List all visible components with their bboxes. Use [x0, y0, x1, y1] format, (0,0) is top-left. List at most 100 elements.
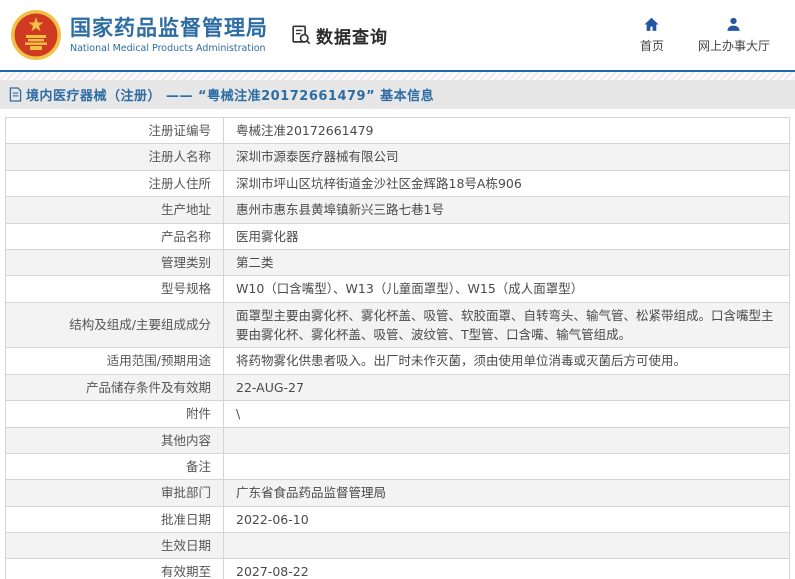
row-value-text: 第二类: [236, 254, 274, 270]
table-row: 型号规格 W10（口含嘴型）、W13（儿童面罩型）、W15（成人面罩型）: [5, 275, 790, 303]
row-label: 有效期至: [5, 558, 224, 579]
row-value: 将药物雾化供患者吸入。出厂时未作灭菌，须由使用单位消毒或灭菌后方可使用。: [223, 347, 790, 375]
row-label: 产品名称: [5, 222, 224, 250]
row-value-text: 深圳市坪山区坑梓街道金沙社区金辉路18号A栋906: [236, 175, 522, 191]
row-label: 备注: [5, 452, 224, 481]
table-row: 适用范围/预期用途 将药物雾化供患者吸入。出厂时未作灭菌，须由使用单位消毒或灭菌后…: [5, 347, 790, 375]
registration-info-table: 注册证编号 粤械注准20172661479 注册人名称 深圳市源泰医疗器械有限公司 注册…: [5, 116, 790, 579]
row-value-text: 粤械注准20172661479: [236, 123, 374, 138]
table-row: 有效期至 2027-08-22: [5, 558, 790, 579]
row-value-text: 将药物雾化供患者吸入。出厂时未作灭菌，须由使用单位消毒或灭菌后方可使用。: [236, 353, 687, 369]
row-value: W10（口含嘴型）、W13（儿童面罩型）、W15（成人面罩型）: [223, 275, 790, 303]
row-value: 面罩型主要由雾化杯、雾化杯盖、吸管、软胶面罩、自转弯头、输气管、松紧带组成。口含…: [223, 301, 790, 349]
row-label-text: 注册证编号: [148, 123, 211, 138]
row-value-text: 22-AUG-27: [236, 379, 304, 395]
table-row: 生效日期: [5, 531, 790, 560]
home-icon: [644, 17, 660, 31]
row-label: 其他内容: [5, 426, 224, 454]
row-label: 注册人名称: [5, 143, 224, 171]
row-value-text: 2027-08-22: [236, 564, 309, 579]
row-value: [223, 531, 790, 560]
row-label-text: 其他内容: [160, 432, 211, 448]
row-label-text: 注册人名称: [148, 149, 211, 165]
row-label-text: 产品名称: [160, 228, 211, 244]
nav-item-home[interactable]: 首页: [640, 16, 664, 54]
table-row: 注册证编号 粤械注准20172661479: [5, 116, 790, 145]
row-label: 管理类别: [5, 248, 224, 277]
row-value: [223, 452, 790, 481]
row-label-text: 产品储存条件及有效期: [85, 379, 211, 395]
user-icon: [727, 17, 741, 31]
row-value: 深圳市坪山区坑梓街道金沙社区金辉路18号A栋906: [223, 169, 790, 198]
row-label-text: 附件: [185, 406, 211, 422]
row-value-text: 医用雾化器: [236, 228, 299, 244]
table-row: 其他内容: [5, 426, 790, 454]
data-query-label: 数据查询: [316, 27, 388, 48]
row-value: 2022-06-10: [223, 505, 790, 534]
row-label: 注册人住所: [5, 169, 224, 198]
row-label-text: 有效期至: [160, 564, 211, 579]
row-value: 2027-08-22: [223, 558, 790, 579]
row-value: 粤械注准20172661479: [223, 116, 790, 145]
row-label: 附件: [5, 400, 224, 428]
table-row: 备注: [5, 452, 790, 481]
org-name-cn: 国家药品监督管理局: [70, 15, 268, 40]
row-label: 型号规格: [5, 275, 224, 303]
org-name-en: National Medical Products Administration: [70, 43, 266, 55]
row-label-text: 结构及组成/主要组成成分: [69, 317, 211, 333]
table-row: 审批部门 广东省食品药品监督管理局: [5, 479, 790, 507]
table-row: 注册人住所 深圳市坪山区坑梓街道金沙社区金辉路18号A栋906: [5, 169, 790, 198]
row-value-text: \: [236, 406, 241, 422]
table-row: 产品储存条件及有效期 22-AUG-27: [5, 373, 790, 402]
row-value-text: 广东省食品药品监督管理局: [236, 485, 387, 501]
row-value-text: 2022-06-10: [236, 511, 309, 527]
table-row: 注册人名称 深圳市源泰医疗器械有限公司: [5, 143, 790, 171]
row-value: 惠州市惠东县黄埠镇新兴三路七巷1号: [223, 196, 790, 224]
table-row: 生产地址 惠州市惠东县黄埠镇新兴三路七巷1号: [5, 196, 790, 224]
row-value: \: [223, 400, 790, 428]
page-title-bar: 境内医疗器械（注册） —— “粤械注准20172661479” 基本信息: [0, 80, 795, 109]
logo-group: 国家药品监督管理局 National Medical Products Admi…: [10, 9, 268, 61]
table-row: 产品名称 医用雾化器: [5, 222, 790, 250]
top-nav: 首页 网上办事大厅: [640, 16, 770, 54]
page-title: 境内医疗器械（注册） —— “粤械注准20172661479” 基本信息: [26, 89, 435, 104]
row-label-text: 型号规格: [160, 281, 211, 297]
row-label: 结构及组成/主要组成成分: [5, 301, 224, 349]
table-row: 批准日期 2022-06-10: [5, 505, 790, 534]
row-label: 适用范围/预期用途: [5, 347, 224, 375]
national-emblem-icon: [11, 10, 61, 60]
hatch-band: [0, 72, 795, 80]
row-label: 注册证编号: [5, 116, 224, 145]
table-wrap: 注册证编号 粤械注准20172661479 注册人名称 深圳市源泰医疗器械有限公司 注册…: [0, 109, 795, 579]
table-row: 结构及组成/主要组成成分 面罩型主要由雾化杯、雾化杯盖、吸管、软胶面罩、自转弯头、…: [5, 301, 790, 349]
row-value: 广东省食品药品监督管理局: [223, 479, 790, 507]
row-label-text: 批准日期: [160, 511, 211, 527]
row-value-text: 惠州市惠东县黄埠镇新兴三路七巷1号: [236, 202, 444, 218]
row-label-text: 适用范围/预期用途: [106, 353, 211, 369]
row-label-text: 注册人住所: [148, 175, 211, 191]
row-label-text: 审批部门: [160, 485, 211, 501]
org-titles: 国家药品监督管理局 National Medical Products Admi…: [70, 16, 268, 54]
row-label: 生产地址: [5, 196, 224, 224]
row-label: 产品储存条件及有效期: [5, 373, 224, 402]
nav-item-label: 首页: [639, 39, 664, 53]
data-query-section: 数据查询: [290, 23, 388, 48]
row-value-text: 深圳市源泰医疗器械有限公司: [236, 149, 399, 165]
row-label: 批准日期: [5, 505, 224, 534]
row-label: 生效日期: [5, 531, 224, 560]
data-query-icon: [292, 25, 311, 45]
header: 国家药品监督管理局 National Medical Products Admi…: [0, 0, 795, 70]
row-label-text: 生产地址: [160, 202, 211, 218]
info-table-body: 注册证编号 粤械注准20172661479 注册人名称 深圳市源泰医疗器械有限公司 注册…: [5, 116, 790, 579]
row-label-text: 生效日期: [160, 538, 211, 553]
row-value: 22-AUG-27: [223, 373, 790, 402]
row-value-text: W10（口含嘴型）、W13（儿童面罩型）、W15（成人面罩型）: [236, 281, 584, 297]
table-row: 管理类别 第二类: [5, 248, 790, 277]
row-value-text: 面罩型主要由雾化杯、雾化杯盖、吸管、软胶面罩、自转弯头、输气管、松紧带组成。口含…: [236, 307, 774, 342]
table-row: 附件 \: [5, 400, 790, 428]
row-value: 深圳市源泰医疗器械有限公司: [223, 143, 790, 171]
row-label-text: 备注: [185, 458, 211, 474]
nav-item-service-hall[interactable]: 网上办事大厅: [698, 16, 770, 54]
row-label: 审批部门: [5, 479, 224, 507]
document-icon: [9, 87, 22, 102]
